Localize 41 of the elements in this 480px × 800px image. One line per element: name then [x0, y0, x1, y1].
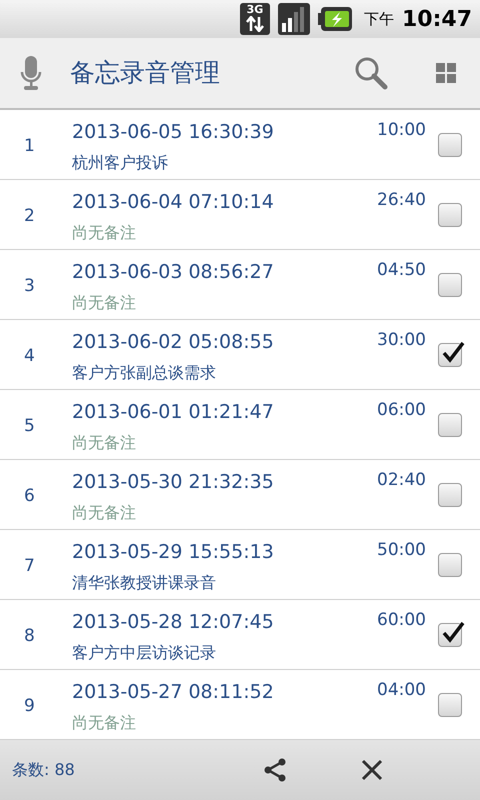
recording-duration: 04:00 [377, 679, 427, 702]
recording-datetime: 2013-06-01 01:21:47 [72, 400, 275, 425]
recording-datetime: 2013-05-27 08:11:52 [72, 680, 275, 705]
row-number: 5 [23, 415, 36, 438]
am-pm-label: 下午 [364, 8, 394, 30]
recording-note: 尚无备注 [72, 432, 137, 454]
row-number: 8 [23, 625, 36, 648]
row-number: 6 [23, 485, 36, 508]
recording-note: 尚无备注 [72, 502, 137, 524]
recording-datetime: 2013-05-30 21:32:35 [72, 470, 275, 495]
app-title: 备忘录音管理 [70, 57, 220, 90]
recording-note: 清华张教授讲课录音 [72, 572, 217, 594]
recording-duration: 04:50 [377, 259, 427, 282]
row-number: 4 [23, 345, 36, 368]
recording-datetime: 2013-05-29 15:55:13 [72, 540, 275, 565]
clock: 10:47 [402, 6, 472, 34]
recording-note: 客户方中层访谈记录 [72, 642, 217, 664]
row-number: 1 [23, 135, 36, 158]
recording-duration: 06:00 [377, 399, 427, 422]
recording-duration: 02:40 [377, 469, 427, 492]
recording-note: 客户方张副总谈需求 [72, 362, 217, 384]
row-number: 2 [23, 205, 36, 228]
recording-duration: 26:40 [377, 189, 427, 212]
network-type-label: 3G [246, 3, 264, 16]
recording-datetime: 2013-06-04 07:10:14 [72, 190, 275, 215]
recording-note: 尚无备注 [72, 222, 137, 244]
recording-note: 尚无备注 [72, 292, 137, 314]
recording-datetime: 2013-05-28 12:07:45 [72, 610, 275, 635]
recording-note: 杭州客户投诉 [72, 152, 169, 174]
recording-datetime: 2013-06-02 05:08:55 [72, 330, 275, 355]
row-number: 3 [23, 275, 36, 298]
row-number: 7 [23, 555, 36, 578]
row-number: 9 [23, 695, 36, 718]
recording-duration: 50:00 [377, 539, 427, 562]
recording-duration: 10:00 [377, 119, 427, 142]
recording-datetime: 2013-06-05 16:30:39 [72, 120, 275, 145]
recording-duration: 60:00 [377, 609, 427, 632]
recording-note: 尚无备注 [72, 712, 137, 734]
record-count: 条数: 88 [12, 759, 75, 781]
recording-duration: 30:00 [377, 329, 427, 352]
recording-datetime: 2013-06-03 08:56:27 [72, 260, 275, 285]
